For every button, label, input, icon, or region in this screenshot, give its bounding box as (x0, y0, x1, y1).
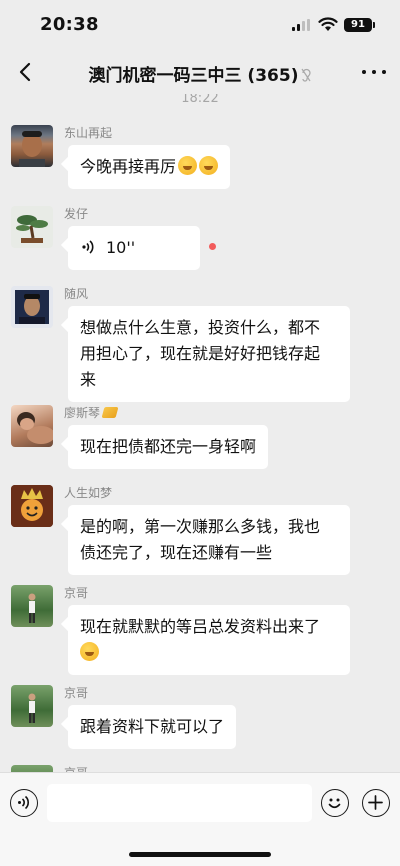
message-bubble[interactable]: 今晚再接再厉 (68, 145, 231, 189)
sender-name-text: 廖斯琴 (64, 406, 101, 420)
chat-title: 澳门机密一码三中三 (365) (70, 61, 330, 86)
avatar[interactable] (11, 206, 53, 248)
battery-indicator: 91 (344, 18, 372, 32)
avatar[interactable] (11, 765, 53, 772)
avatar[interactable] (11, 286, 53, 328)
voice-duration: 10'' (106, 238, 136, 257)
chevron-left-icon[interactable] (12, 58, 40, 86)
message-text: 现在把债都还完一身轻啊 (80, 437, 257, 456)
message-text: 今晚再接再厉 (80, 157, 177, 176)
message-line: 是的啊，第一次赚那么多钱，我也 (80, 517, 321, 536)
avatar[interactable] (11, 685, 53, 727)
message-line: 想做点什么生意，投资什么，都不 (80, 318, 321, 337)
sender-name: 人生如梦 (64, 486, 113, 500)
message-bubble[interactable]: 现在把债都还完一身轻啊 (68, 425, 269, 469)
message-text: 跟着资料下就可以了 (80, 717, 225, 736)
avatar[interactable] (11, 405, 53, 447)
voice-input-icon[interactable] (10, 789, 38, 817)
plus-icon[interactable] (362, 789, 390, 817)
smiling-emoji-icon (80, 642, 99, 661)
message-line: 债还完了，现在还赚有一些 (80, 543, 273, 562)
avatar[interactable] (11, 485, 53, 527)
message-input[interactable] (47, 784, 312, 822)
sender-name: 京哥 (64, 764, 88, 772)
message-bubble[interactable]: 想做点什么生意，投资什么，都不 用担心了，现在就是好好把钱存起 来 (68, 306, 350, 402)
ear-icon (301, 68, 312, 82)
sender-name: 京哥 (64, 686, 89, 700)
status-time: 20:38 (40, 14, 99, 35)
message-list[interactable]: 18:22 东山再起 今晚再接再厉 发仔 10'' 随风 想做点什么生意，投资什… (0, 94, 400, 772)
home-indicator (129, 852, 271, 857)
laughing-emoji-icon (178, 156, 198, 175)
message-timestamp: 18:22 (181, 94, 219, 106)
laughing-emoji-icon (199, 156, 219, 175)
voice-message-bubble[interactable]: 10'' (68, 226, 200, 270)
message-bubble[interactable]: 跟着资料下就可以了 (68, 705, 237, 749)
more-options-button[interactable] (362, 63, 386, 81)
message-line: 来 (80, 370, 97, 389)
signal-icon (292, 19, 312, 31)
message-bubble[interactable]: 现在就默默的等吕总发资料出来了 (68, 605, 350, 675)
unread-dot (209, 243, 216, 250)
message-line: 现在就默默的等吕总发资料出来了 (80, 617, 321, 636)
avatar[interactable] (11, 585, 53, 627)
sender-name: 京哥 (64, 586, 89, 600)
sender-name: 东山再起 (64, 126, 113, 140)
cheese-badge-icon (101, 407, 119, 418)
emoji-icon[interactable] (321, 789, 349, 817)
sender-name: 发仔 (64, 207, 89, 221)
message-bubble[interactable]: 是的啊，第一次赚那么多钱，我也 债还完了，现在还赚有一些 (68, 505, 350, 575)
message-line: 用担心了，现在就是好好把钱存起 (80, 344, 321, 363)
chat-header: 澳门机密一码三中三 (365) (0, 50, 400, 94)
voice-wave-icon (82, 240, 94, 254)
wifi-icon (318, 17, 338, 31)
chat-title-text: 澳门机密一码三中三 (365) (88, 66, 299, 86)
sender-name: 廖斯琴 (64, 404, 119, 421)
sender-name: 随风 (64, 287, 89, 301)
status-bar: 20:38 91 (0, 0, 400, 50)
avatar[interactable] (11, 125, 53, 167)
battery-cap (373, 22, 375, 28)
